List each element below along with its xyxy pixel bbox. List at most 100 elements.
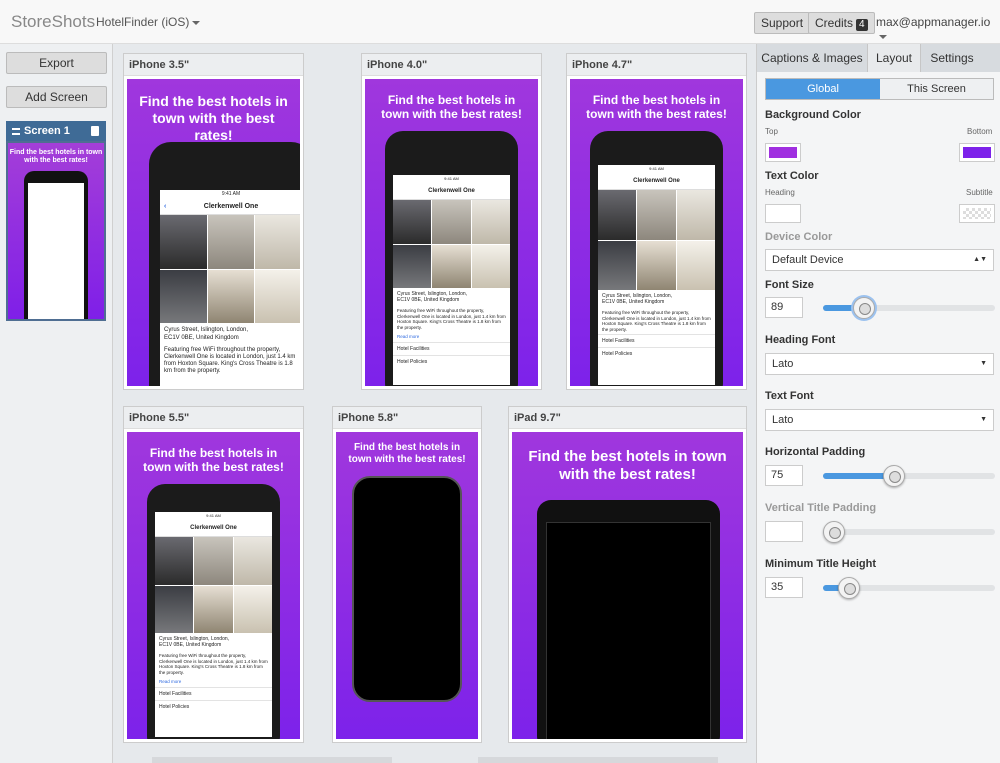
global-toggle[interactable]: Global: [766, 79, 880, 99]
caption: Find the best hotels in town with the be…: [528, 448, 727, 483]
horizontal-padding-label: Horizontal Padding: [765, 446, 866, 458]
read-more-link[interactable]: Read more: [155, 677, 272, 687]
add-screen-button[interactable]: Add Screen: [6, 86, 107, 108]
account-menu[interactable]: max@appmanager.io: [876, 15, 1000, 43]
device-label: iPhone 5.5": [124, 407, 303, 429]
device-color-value: Default Device: [772, 254, 844, 266]
photo-grid: [393, 200, 510, 288]
background-bottom-color: [963, 147, 991, 158]
trash-icon[interactable]: [91, 126, 99, 136]
font-size-slider-handle[interactable]: [853, 297, 875, 319]
hotel-photo: [160, 269, 207, 323]
device-screenshot[interactable]: Find the best hotels in town with the be…: [512, 432, 743, 739]
photo-grid: [598, 190, 715, 290]
hotel-facilities-row[interactable]: Hotel Facilities: [598, 334, 715, 347]
app-nav-title: Clerkenwell One: [190, 525, 237, 531]
top-label: Top: [765, 127, 778, 136]
caption: Find the best hotels in town with the be…: [143, 446, 284, 475]
credits-button[interactable]: Credits 4: [808, 12, 875, 34]
status-time: 9:41 AM: [206, 513, 221, 518]
background-color-label: Background Color: [765, 109, 861, 121]
bottom-label: Bottom: [967, 127, 993, 136]
horizontal-padding-slider[interactable]: [823, 473, 995, 479]
hotel-photo: [233, 585, 272, 633]
device-screenshot[interactable]: Find the best hotels in town with the be…: [570, 79, 743, 386]
device-screenshot[interactable]: Find the best hotels in town with the be…: [336, 432, 478, 739]
tab-layout[interactable]: Layout: [867, 44, 921, 72]
tab-settings[interactable]: Settings: [921, 44, 983, 72]
device-color-select[interactable]: Default Device ▲▼: [765, 249, 994, 271]
hotel-photo: [255, 215, 300, 269]
app-logo[interactable]: StoreShots: [11, 12, 95, 32]
export-button[interactable]: Export: [6, 52, 107, 74]
this-screen-toggle[interactable]: This Screen: [880, 79, 993, 99]
hotel-policies-row[interactable]: Hotel Policies: [393, 354, 510, 368]
horizontal-padding-slider-handle[interactable]: [883, 465, 905, 487]
app-nav-bar: Clerkenwell One: [155, 520, 272, 537]
background-top-swatch[interactable]: [765, 143, 801, 162]
hotel-photo: [207, 269, 255, 323]
status-bar: 9:41 AM: [393, 175, 510, 183]
support-button[interactable]: Support: [754, 12, 811, 34]
vertical-title-padding-slider[interactable]: [823, 529, 995, 535]
status-bar: 9:41 AM: [598, 165, 715, 173]
hotel-description: Featuring free WiFi throughout the prope…: [164, 347, 296, 374]
iphone-mockup: 9:41 AM Clerkenwell One Cyrus Street, Is…: [147, 484, 280, 739]
screen-thumbnail-header: Screen 1: [6, 121, 106, 141]
caption: Find the best hotels in town with the be…: [348, 442, 466, 465]
horizontal-padding-input[interactable]: 75: [765, 465, 803, 486]
hotel-photo: [471, 200, 510, 244]
tab-captions-images[interactable]: Captions & Images: [757, 44, 867, 72]
minimum-title-height-slider-handle[interactable]: [838, 577, 860, 599]
hotel-policies-row[interactable]: Hotel Policies: [598, 347, 715, 360]
photo-grid: [160, 215, 300, 323]
thumbnail-caption: Find the best hotels in town with the be…: [9, 149, 103, 164]
screen-thumbnail[interactable]: Screen 1 Find the best hotels in town wi…: [6, 121, 106, 321]
subtitle-color-swatch[interactable]: [959, 204, 995, 223]
minimum-title-height-input[interactable]: 35: [765, 577, 803, 598]
device-screenshot[interactable]: Find the best hotels in town with the be…: [365, 79, 538, 386]
hotel-address: Cyrus Street, Islington, London, EC1V 0B…: [602, 293, 673, 305]
heading-color-swatch[interactable]: [765, 204, 801, 223]
device-color-label: Device Color: [765, 231, 833, 243]
device-card-iphone-58: iPhone 5.8" Find the best hotels in town…: [332, 406, 482, 743]
hotel-photo: [676, 190, 715, 240]
hotel-photo: [194, 585, 233, 633]
caption: Find the best hotels in town with the be…: [139, 93, 288, 143]
font-size-label: Font Size: [765, 279, 814, 291]
heading-label: Heading: [765, 188, 795, 197]
hotel-address: Cyrus Street, Islington, London, EC1V 0B…: [397, 291, 468, 303]
vertical-title-padding-slider-handle[interactable]: [823, 521, 845, 543]
ipad-mockup: [537, 500, 720, 739]
hotel-photo: [160, 215, 207, 269]
back-icon[interactable]: ‹: [164, 198, 166, 215]
minimum-title-height-label: Minimum Title Height: [765, 558, 877, 570]
iphone-mockup: 9:41 AM Clerkenwell One Cyrus Street, Is…: [385, 131, 518, 386]
status-time: 9:41 AM: [649, 166, 664, 171]
device-screenshot[interactable]: Find the best hotels in town with the be…: [127, 79, 300, 386]
background-bottom-swatch[interactable]: [959, 143, 995, 162]
iphone-mockup: 9:41 AM Clerkenwell One Cyrus Street, Is…: [590, 131, 723, 386]
thumbnail-phone-screen: [28, 183, 84, 319]
text-font-value: Lato: [772, 414, 794, 426]
device-label: iPhone 3.5": [124, 54, 303, 76]
device-card-iphone-55: iPhone 5.5" Find the best hotels in town…: [123, 406, 304, 743]
chevron-down-icon: [879, 34, 887, 39]
font-size-slider[interactable]: [823, 305, 995, 311]
read-more-link[interactable]: Read more: [393, 332, 510, 342]
hotel-address: Cyrus Street, Islington, London, EC1V 0B…: [164, 327, 249, 341]
hotel-facilities-row[interactable]: Hotel Facilities: [393, 341, 510, 355]
heading-font-select[interactable]: Lato ▼: [765, 353, 994, 375]
app-nav-title: Clerkenwell One: [428, 188, 475, 194]
chevron-down-icon: ▼: [980, 416, 987, 423]
vertical-title-padding-input[interactable]: [765, 521, 803, 542]
app-screen: 9:41 AM Clerkenwell One Cyrus Street, Is…: [155, 512, 272, 737]
app-screen: 9:41 AM Clerkenwell One Cyrus Street, Is…: [393, 175, 510, 385]
app-selector[interactable]: HotelFinder (iOS): [96, 15, 201, 29]
hotel-policies-row[interactable]: Hotel Policies: [155, 699, 272, 713]
menu-icon[interactable]: [12, 128, 20, 135]
font-size-input[interactable]: 89: [765, 297, 803, 318]
text-font-select[interactable]: Lato ▼: [765, 409, 994, 431]
hotel-facilities-row[interactable]: Hotel Facilities: [155, 686, 272, 700]
device-screenshot[interactable]: Find the best hotels in town with the be…: [127, 432, 300, 739]
